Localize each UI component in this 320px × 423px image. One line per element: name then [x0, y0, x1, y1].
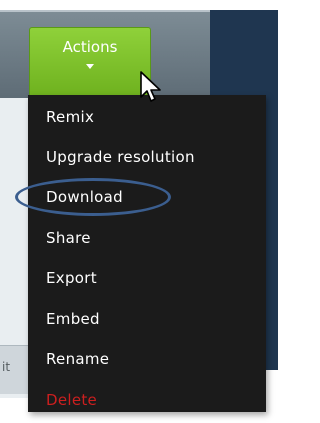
menu-item-embed[interactable]: Embed: [46, 310, 100, 328]
actions-dropdown-menu: Remix Upgrade resolution Download Share …: [28, 95, 266, 412]
menu-item-rename[interactable]: Rename: [46, 350, 109, 368]
menu-item-upgrade-resolution[interactable]: Upgrade resolution: [46, 148, 195, 166]
background-tab-label: it: [2, 360, 11, 374]
menu-item-delete[interactable]: Delete: [46, 391, 97, 409]
menu-item-export[interactable]: Export: [46, 269, 97, 287]
menu-item-remix[interactable]: Remix: [46, 108, 94, 126]
menu-item-share[interactable]: Share: [46, 229, 91, 247]
actions-button[interactable]: Actions: [29, 27, 151, 95]
top-white-band: [0, 0, 278, 10]
mouse-pointer-icon: [140, 71, 161, 102]
actions-button-label: Actions: [62, 38, 118, 56]
menu-item-download[interactable]: Download: [46, 188, 123, 206]
caret-down-icon: [86, 64, 94, 69]
